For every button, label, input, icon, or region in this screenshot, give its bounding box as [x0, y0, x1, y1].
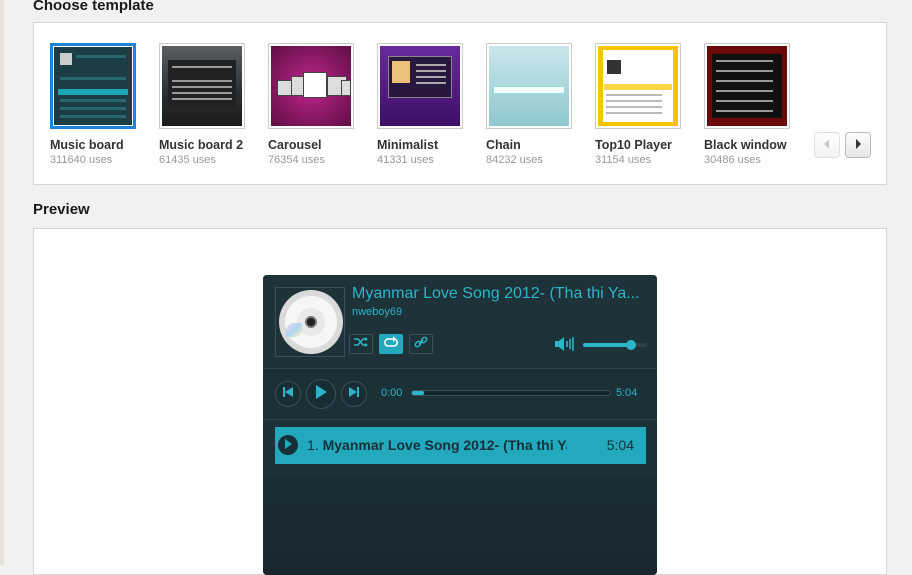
- music-board-2-thumbnail: [162, 46, 242, 126]
- template-thumbnail-frame[interactable]: [704, 43, 790, 129]
- track-label: 1. Myanmar Love Song 2012- (Tha thi Ya .…: [307, 437, 567, 453]
- skip-forward-icon: [348, 385, 360, 403]
- link-icon: [414, 335, 428, 354]
- repeat-icon: [383, 335, 399, 353]
- track-title: Myanmar Love Song 2012- (Tha thi Ya ...: [322, 437, 567, 453]
- total-time: 5:04: [616, 387, 638, 399]
- play-icon: [284, 436, 292, 454]
- template-name: Carousel: [268, 138, 322, 152]
- template-top10-player[interactable]: Top10 Player 31154 uses: [595, 43, 695, 166]
- shuffle-button[interactable]: [349, 334, 373, 354]
- template-uses: 84232 uses: [486, 154, 543, 166]
- carousel-thumbnail: [271, 46, 351, 126]
- chevron-left-icon: [823, 136, 831, 154]
- music-board-thumbnail: [54, 47, 132, 125]
- template-music-board-2[interactable]: Music board 2 61435 uses: [159, 43, 259, 166]
- template-music-board[interactable]: Music board 311640 uses: [50, 43, 150, 166]
- template-name: Black window: [704, 138, 787, 152]
- chevron-right-icon: [854, 136, 862, 154]
- template-uses: 30486 uses: [704, 154, 761, 166]
- template-thumbnail-frame[interactable]: [595, 43, 681, 129]
- template-chain[interactable]: Chain 84232 uses: [486, 43, 586, 166]
- playlist-empty-area: [263, 475, 657, 575]
- repeat-button[interactable]: [379, 334, 403, 354]
- player-header: Myanmar Love Song 2012- (Tha thi Ya... n…: [263, 275, 657, 369]
- shuffle-icon: [353, 335, 369, 353]
- chain-thumbnail: [489, 46, 569, 126]
- volume-icon[interactable]: [554, 336, 576, 357]
- track-play-button[interactable]: [278, 435, 298, 455]
- preview-heading: Preview: [33, 201, 90, 218]
- song-artist[interactable]: nweboy69: [352, 306, 402, 318]
- black-window-thumbnail: [707, 46, 787, 126]
- current-time: 0:00: [381, 387, 403, 399]
- carousel-prev-button[interactable]: [814, 132, 840, 158]
- template-thumbnail-frame[interactable]: [159, 43, 245, 129]
- template-thumbnail-frame[interactable]: [377, 43, 463, 129]
- minimalist-thumbnail: [380, 46, 460, 126]
- skip-back-icon: [282, 385, 294, 403]
- album-cover: [275, 287, 345, 357]
- carousel-next-button[interactable]: [845, 132, 871, 158]
- template-name: Music board: [50, 138, 124, 152]
- previous-button[interactable]: [275, 381, 301, 407]
- progress-fill: [412, 391, 424, 395]
- template-carousel[interactable]: Carousel 76354 uses: [268, 43, 368, 166]
- playlist-item[interactable]: 1. Myanmar Love Song 2012- (Tha thi Ya .…: [275, 427, 646, 464]
- template-uses: 41331 uses: [377, 154, 434, 166]
- next-button[interactable]: [341, 381, 367, 407]
- volume-fill: [583, 343, 631, 347]
- template-thumbnail-frame[interactable]: [50, 43, 136, 129]
- template-uses: 61435 uses: [159, 154, 216, 166]
- transport-bar: 0:00 5:04: [263, 369, 657, 420]
- template-black-window[interactable]: Black window 30486 uses: [704, 43, 804, 166]
- volume-knob[interactable]: [626, 340, 636, 350]
- top10-player-thumbnail: [598, 46, 678, 126]
- template-name: Chain: [486, 138, 521, 152]
- song-title[interactable]: Myanmar Love Song 2012- (Tha thi Ya...: [352, 285, 652, 303]
- volume-slider[interactable]: [583, 340, 647, 350]
- progress-bar[interactable]: [411, 390, 611, 396]
- template-thumbnail-frame[interactable]: [268, 43, 354, 129]
- template-uses: 31154 uses: [595, 154, 652, 166]
- template-uses: 311640 uses: [50, 154, 113, 166]
- template-name: Minimalist: [377, 138, 439, 152]
- template-name: Top10 Player: [595, 138, 672, 152]
- track-duration: 5:04: [606, 437, 634, 453]
- template-uses: 76354 uses: [268, 154, 325, 166]
- template-minimalist[interactable]: Minimalist 41331 uses: [377, 43, 477, 166]
- templates-panel: Music board 311640 uses Music board 2 61…: [33, 22, 887, 185]
- play-button[interactable]: [306, 379, 336, 409]
- template-name: Music board 2: [159, 138, 244, 152]
- track-number: 1.: [307, 437, 319, 453]
- preview-panel: Myanmar Love Song 2012- (Tha thi Ya... n…: [33, 228, 887, 575]
- link-button[interactable]: [409, 334, 433, 354]
- choose-template-heading: Choose template: [33, 0, 154, 14]
- left-edge: [0, 0, 4, 565]
- template-thumbnail-frame[interactable]: [486, 43, 572, 129]
- music-player-widget: Myanmar Love Song 2012- (Tha thi Ya... n…: [263, 275, 657, 575]
- play-icon: [314, 384, 328, 405]
- cd-icon: [279, 290, 343, 354]
